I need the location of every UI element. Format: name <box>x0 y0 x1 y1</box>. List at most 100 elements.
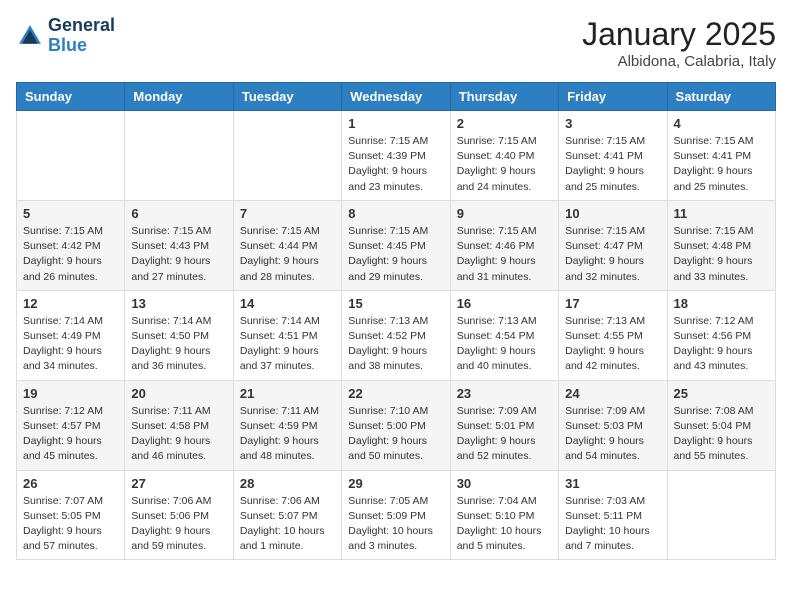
day-cell: 8 Sunrise: 7:15 AM Sunset: 4:45 PM Daylig… <box>342 200 450 290</box>
day-detail: Sunrise: 7:15 AM Sunset: 4:44 PM Dayligh… <box>240 224 335 285</box>
day-cell: 14 Sunrise: 7:14 AM Sunset: 4:51 PM Dayli… <box>233 290 341 380</box>
day-cell: 4 Sunrise: 7:15 AM Sunset: 4:41 PM Daylig… <box>667 111 775 201</box>
day-detail: Sunrise: 7:06 AM Sunset: 5:06 PM Dayligh… <box>131 494 226 555</box>
day-number: 12 <box>23 296 118 311</box>
day-cell: 2 Sunrise: 7:15 AM Sunset: 4:40 PM Daylig… <box>450 111 558 201</box>
day-detail: Sunrise: 7:14 AM Sunset: 4:49 PM Dayligh… <box>23 314 118 375</box>
logo: GeneralBlue <box>16 16 115 56</box>
day-cell: 9 Sunrise: 7:15 AM Sunset: 4:46 PM Daylig… <box>450 200 558 290</box>
day-detail: Sunrise: 7:13 AM Sunset: 4:55 PM Dayligh… <box>565 314 660 375</box>
day-number: 25 <box>674 386 769 401</box>
day-cell <box>233 111 341 201</box>
day-number: 18 <box>674 296 769 311</box>
day-number: 11 <box>674 206 769 221</box>
day-cell <box>667 470 775 560</box>
day-cell: 15 Sunrise: 7:13 AM Sunset: 4:52 PM Dayli… <box>342 290 450 380</box>
day-number: 27 <box>131 476 226 491</box>
day-number: 26 <box>23 476 118 491</box>
day-detail: Sunrise: 7:15 AM Sunset: 4:47 PM Dayligh… <box>565 224 660 285</box>
day-number: 2 <box>457 116 552 131</box>
day-cell: 22Sunrise: 7:10 AM Sunset: 5:00 PM Dayli… <box>342 380 450 470</box>
day-cell: 27 Sunrise: 7:06 AM Sunset: 5:06 PM Dayli… <box>125 470 233 560</box>
day-cell: 10Sunrise: 7:15 AM Sunset: 4:47 PM Dayli… <box>559 200 667 290</box>
location: Albidona, Calabria, Italy <box>582 53 776 70</box>
day-number: 9 <box>457 206 552 221</box>
day-detail: Sunrise: 7:09 AM Sunset: 5:01 PM Dayligh… <box>457 404 552 465</box>
logo-icon <box>16 22 44 50</box>
day-number: 4 <box>674 116 769 131</box>
weekday-header-row: SundayMondayTuesdayWednesdayThursdayFrid… <box>17 83 776 111</box>
day-detail: Sunrise: 7:07 AM Sunset: 5:05 PM Dayligh… <box>23 494 118 555</box>
day-detail: Sunrise: 7:03 AM Sunset: 5:11 PM Dayligh… <box>565 494 660 555</box>
day-cell: 18 Sunrise: 7:12 AM Sunset: 4:56 PM Dayli… <box>667 290 775 380</box>
day-detail: Sunrise: 7:11 AM Sunset: 4:58 PM Dayligh… <box>131 404 226 465</box>
day-detail: Sunrise: 7:15 AM Sunset: 4:41 PM Dayligh… <box>674 134 769 195</box>
day-number: 7 <box>240 206 335 221</box>
weekday-header-sunday: Sunday <box>17 83 125 111</box>
day-cell <box>17 111 125 201</box>
day-number: 5 <box>23 206 118 221</box>
day-detail: Sunrise: 7:15 AM Sunset: 4:48 PM Dayligh… <box>674 224 769 285</box>
day-number: 14 <box>240 296 335 311</box>
day-detail: Sunrise: 7:13 AM Sunset: 4:54 PM Dayligh… <box>457 314 552 375</box>
day-detail: Sunrise: 7:15 AM Sunset: 4:43 PM Dayligh… <box>131 224 226 285</box>
day-number: 20 <box>131 386 226 401</box>
day-cell: 3Sunrise: 7:15 AM Sunset: 4:41 PM Daylig… <box>559 111 667 201</box>
day-cell: 30 Sunrise: 7:04 AM Sunset: 5:10 PM Dayli… <box>450 470 558 560</box>
day-number: 21 <box>240 386 335 401</box>
day-number: 30 <box>457 476 552 491</box>
day-detail: Sunrise: 7:12 AM Sunset: 4:56 PM Dayligh… <box>674 314 769 375</box>
day-detail: Sunrise: 7:06 AM Sunset: 5:07 PM Dayligh… <box>240 494 335 555</box>
day-cell: 7 Sunrise: 7:15 AM Sunset: 4:44 PM Daylig… <box>233 200 341 290</box>
calendar-table: SundayMondayTuesdayWednesdayThursdayFrid… <box>16 82 776 560</box>
day-detail: Sunrise: 7:15 AM Sunset: 4:46 PM Dayligh… <box>457 224 552 285</box>
week-row-1: 1Sunrise: 7:15 AM Sunset: 4:39 PM Daylig… <box>17 111 776 201</box>
week-row-3: 12 Sunrise: 7:14 AM Sunset: 4:49 PM Dayli… <box>17 290 776 380</box>
month-title: January 2025 <box>582 16 776 53</box>
day-detail: Sunrise: 7:14 AM Sunset: 4:51 PM Dayligh… <box>240 314 335 375</box>
day-cell: 26 Sunrise: 7:07 AM Sunset: 5:05 PM Dayli… <box>17 470 125 560</box>
day-cell: 12 Sunrise: 7:14 AM Sunset: 4:49 PM Dayli… <box>17 290 125 380</box>
day-detail: Sunrise: 7:11 AM Sunset: 4:59 PM Dayligh… <box>240 404 335 465</box>
day-detail: Sunrise: 7:04 AM Sunset: 5:10 PM Dayligh… <box>457 494 552 555</box>
day-number: 29 <box>348 476 443 491</box>
day-detail: Sunrise: 7:13 AM Sunset: 4:52 PM Dayligh… <box>348 314 443 375</box>
day-number: 1 <box>348 116 443 131</box>
day-number: 23 <box>457 386 552 401</box>
day-number: 28 <box>240 476 335 491</box>
day-number: 19 <box>23 386 118 401</box>
day-detail: Sunrise: 7:10 AM Sunset: 5:00 PM Dayligh… <box>348 404 443 465</box>
day-cell: 23 Sunrise: 7:09 AM Sunset: 5:01 PM Dayli… <box>450 380 558 470</box>
day-number: 31 <box>565 476 660 491</box>
day-detail: Sunrise: 7:15 AM Sunset: 4:45 PM Dayligh… <box>348 224 443 285</box>
weekday-header-friday: Friday <box>559 83 667 111</box>
logo-text: GeneralBlue <box>48 16 115 56</box>
day-cell: 24Sunrise: 7:09 AM Sunset: 5:03 PM Dayli… <box>559 380 667 470</box>
day-detail: Sunrise: 7:08 AM Sunset: 5:04 PM Dayligh… <box>674 404 769 465</box>
day-number: 13 <box>131 296 226 311</box>
weekday-header-wednesday: Wednesday <box>342 83 450 111</box>
day-detail: Sunrise: 7:14 AM Sunset: 4:50 PM Dayligh… <box>131 314 226 375</box>
day-number: 6 <box>131 206 226 221</box>
day-cell: 19Sunrise: 7:12 AM Sunset: 4:57 PM Dayli… <box>17 380 125 470</box>
day-cell: 31 Sunrise: 7:03 AM Sunset: 5:11 PM Dayli… <box>559 470 667 560</box>
week-row-2: 5 Sunrise: 7:15 AM Sunset: 4:42 PM Daylig… <box>17 200 776 290</box>
day-cell: 17Sunrise: 7:13 AM Sunset: 4:55 PM Dayli… <box>559 290 667 380</box>
day-cell <box>125 111 233 201</box>
day-cell: 6 Sunrise: 7:15 AM Sunset: 4:43 PM Daylig… <box>125 200 233 290</box>
day-detail: Sunrise: 7:15 AM Sunset: 4:41 PM Dayligh… <box>565 134 660 195</box>
day-cell: 1Sunrise: 7:15 AM Sunset: 4:39 PM Daylig… <box>342 111 450 201</box>
weekday-header-saturday: Saturday <box>667 83 775 111</box>
page-header: GeneralBlue January 2025 Albidona, Calab… <box>16 16 776 70</box>
day-cell: 25 Sunrise: 7:08 AM Sunset: 5:04 PM Dayli… <box>667 380 775 470</box>
day-cell: 16Sunrise: 7:13 AM Sunset: 4:54 PM Dayli… <box>450 290 558 380</box>
day-number: 15 <box>348 296 443 311</box>
day-cell: 20 Sunrise: 7:11 AM Sunset: 4:58 PM Dayli… <box>125 380 233 470</box>
day-cell: 5 Sunrise: 7:15 AM Sunset: 4:42 PM Daylig… <box>17 200 125 290</box>
day-cell: 11 Sunrise: 7:15 AM Sunset: 4:48 PM Dayli… <box>667 200 775 290</box>
day-detail: Sunrise: 7:15 AM Sunset: 4:42 PM Dayligh… <box>23 224 118 285</box>
day-number: 8 <box>348 206 443 221</box>
day-detail: Sunrise: 7:15 AM Sunset: 4:40 PM Dayligh… <box>457 134 552 195</box>
day-number: 24 <box>565 386 660 401</box>
title-block: January 2025 Albidona, Calabria, Italy <box>582 16 776 70</box>
